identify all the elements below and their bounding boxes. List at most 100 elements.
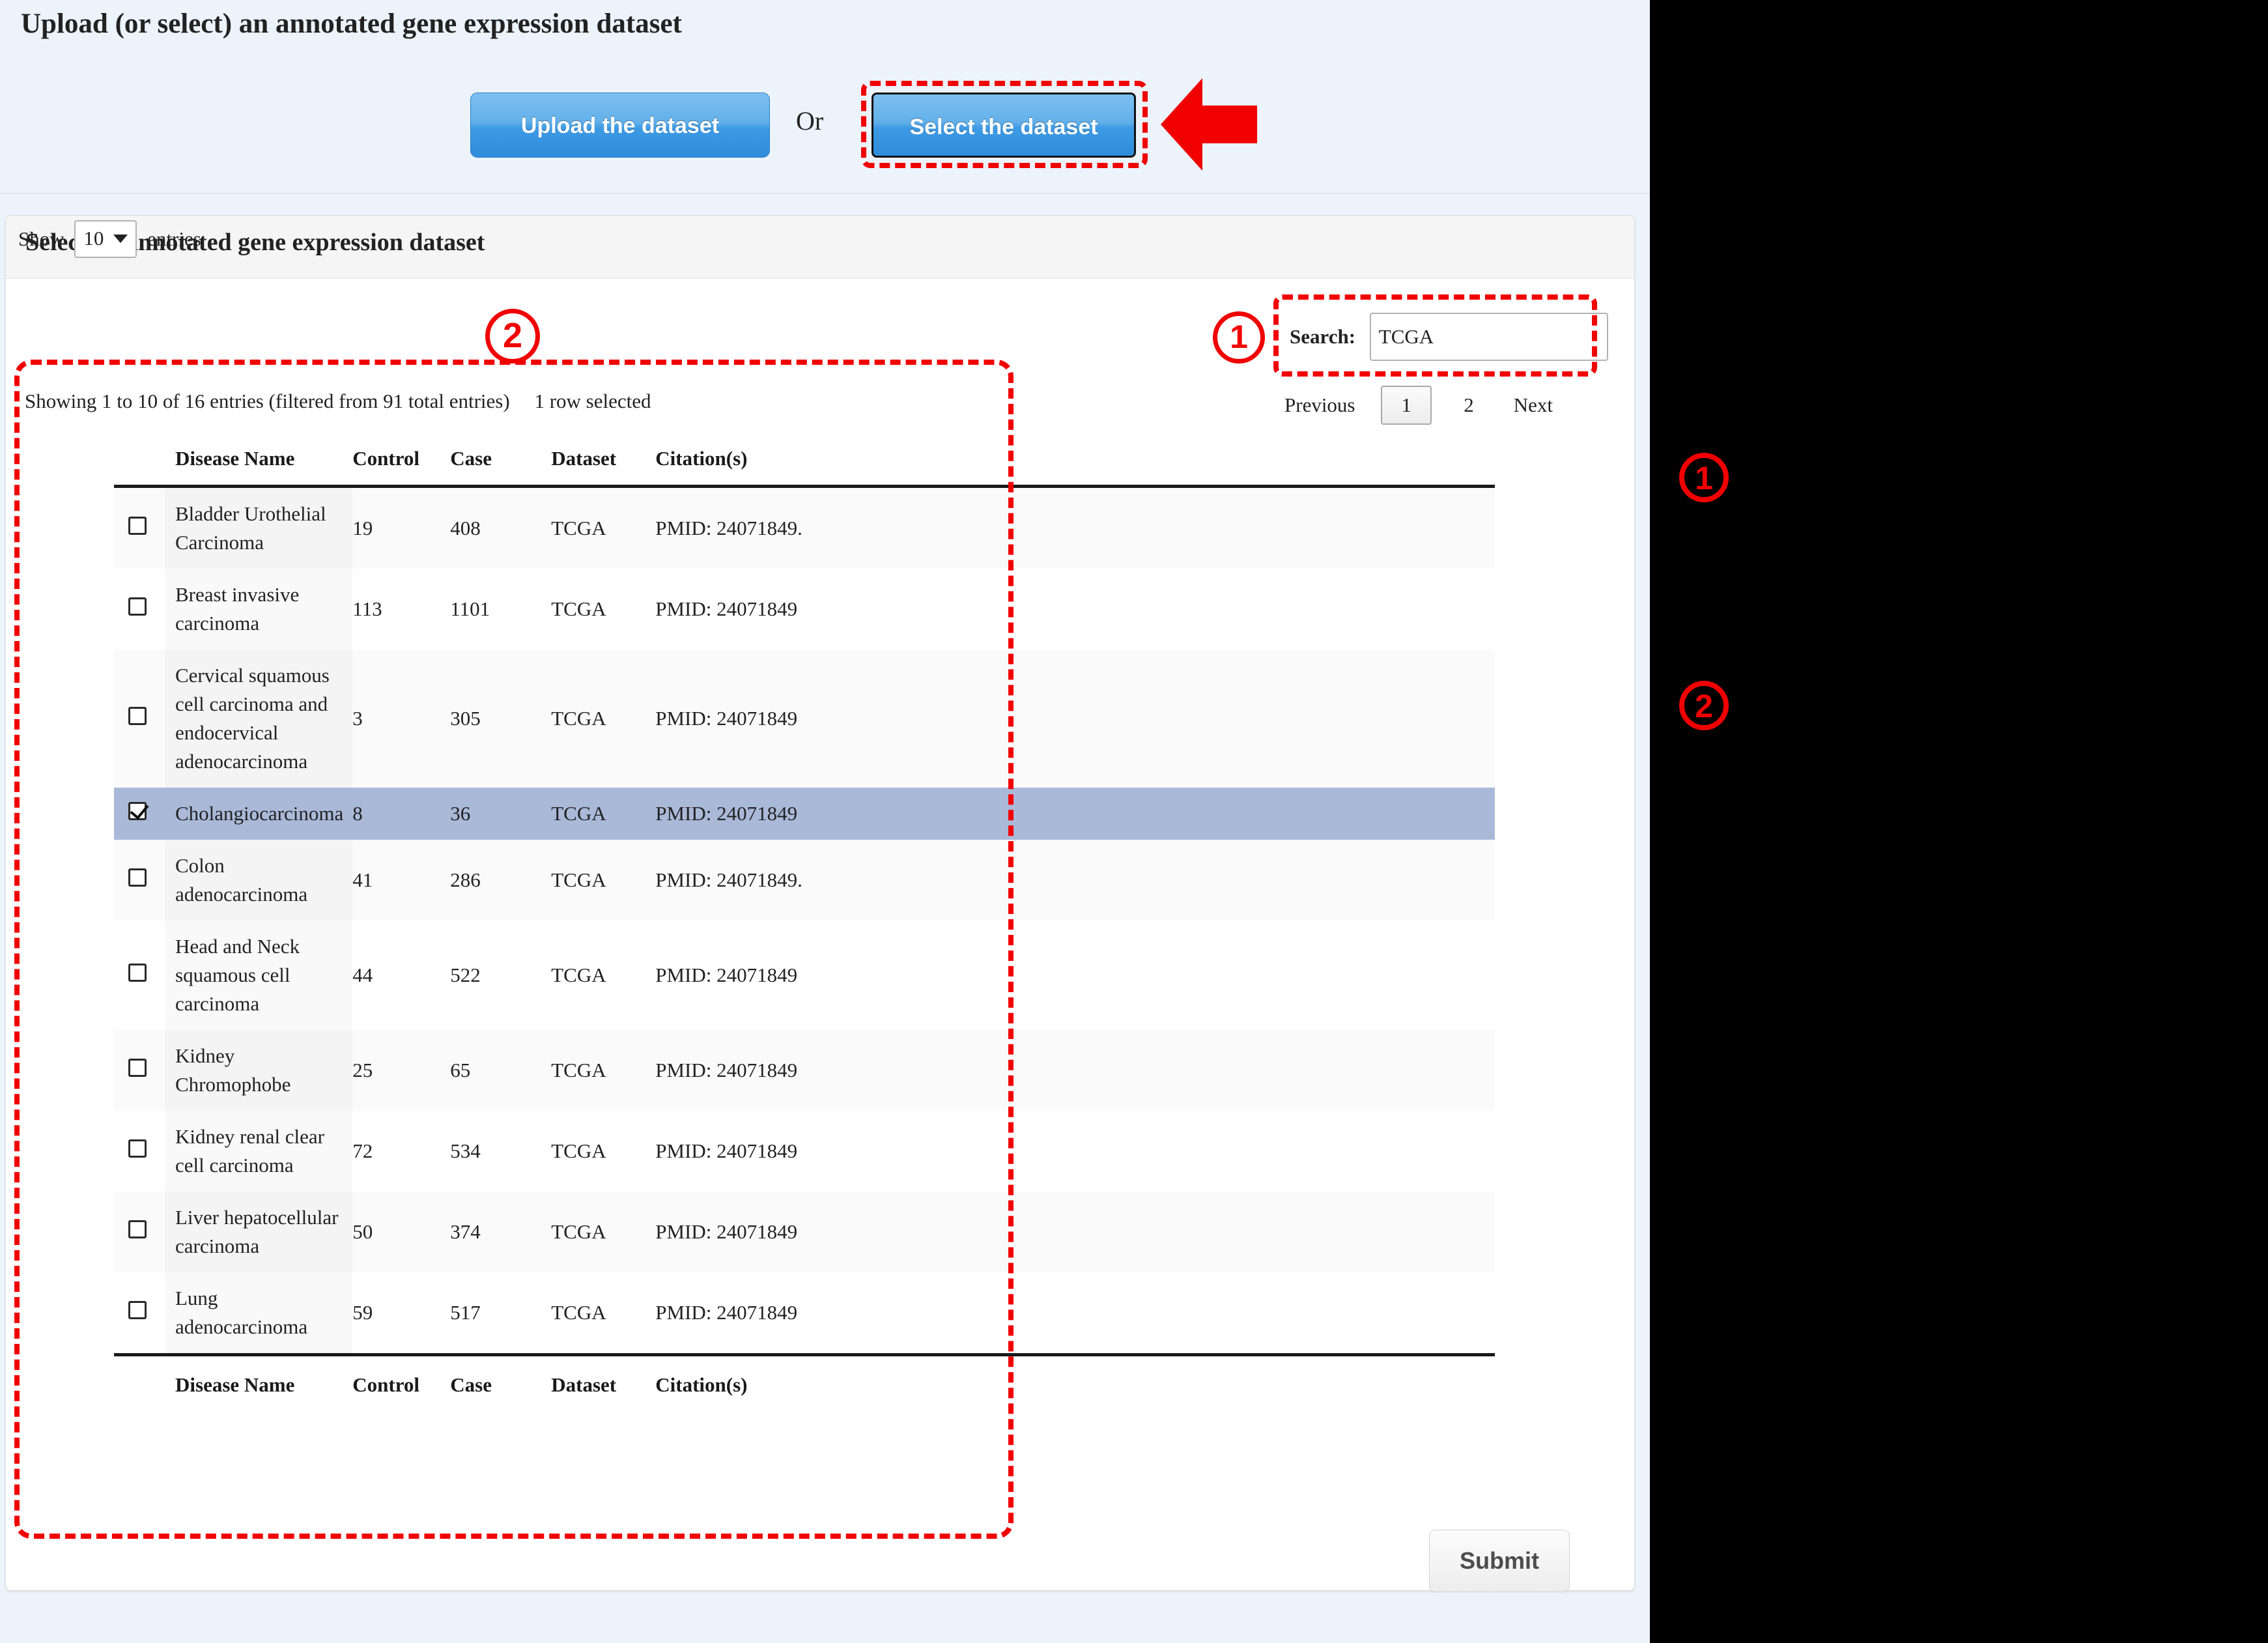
- cell-spacer: [890, 1030, 1495, 1111]
- header-dataset[interactable]: Dataset: [551, 438, 655, 487]
- cell-control: 25: [352, 1030, 450, 1111]
- checkbox-icon[interactable]: [128, 597, 147, 616]
- cell-spacer: [890, 840, 1495, 921]
- page-length-select[interactable]: 10: [74, 220, 137, 258]
- row-checkbox-cell[interactable]: [114, 1030, 165, 1111]
- checkbox-icon[interactable]: [128, 707, 147, 725]
- cell-citation: PMID: 24071849: [655, 788, 890, 840]
- cell-dataset: TCGA: [551, 569, 655, 650]
- table-row[interactable]: Colon adenocarcinoma41286TCGAPMID: 24071…: [114, 840, 1495, 921]
- pagination-page-2[interactable]: 2: [1447, 393, 1490, 417]
- cell-citation: PMID: 24071849: [655, 650, 890, 788]
- page-length-control: Show 10 entries: [18, 220, 201, 258]
- row-checkbox-cell[interactable]: [114, 1272, 165, 1355]
- show-label: Show: [18, 227, 64, 250]
- footer-citations: Citation(s): [655, 1355, 890, 1412]
- header-citations[interactable]: Citation(s): [655, 438, 890, 487]
- submit-button[interactable]: Submit: [1429, 1530, 1570, 1592]
- rows-selected-text: 1 row selected: [534, 390, 651, 412]
- select-dataset-button[interactable]: Select the dataset: [872, 93, 1136, 158]
- cell-dataset: TCGA: [551, 1030, 655, 1111]
- row-checkbox-cell[interactable]: [114, 650, 165, 788]
- header-control[interactable]: Control: [352, 438, 450, 487]
- cell-control: 59: [352, 1272, 450, 1355]
- checkbox-icon[interactable]: [128, 517, 147, 535]
- row-checkbox-cell[interactable]: [114, 1192, 165, 1272]
- or-separator-label: Or: [796, 106, 823, 136]
- search-input[interactable]: TCGA: [1370, 313, 1608, 361]
- pagination-page-1[interactable]: 1: [1381, 386, 1432, 425]
- pagination-previous[interactable]: Previous: [1274, 393, 1366, 417]
- cell-disease-name: Cervical squamous cell carcinoma and end…: [165, 650, 352, 788]
- cell-dataset: TCGA: [551, 921, 655, 1030]
- checkbox-icon[interactable]: [128, 1059, 147, 1077]
- header-spacer: [890, 438, 1495, 487]
- cell-disease-name: Cholangiocarcinoma: [165, 788, 352, 840]
- cell-citation: PMID: 24071849: [655, 921, 890, 1030]
- cell-disease-name: Colon adenocarcinoma: [165, 840, 352, 921]
- cell-spacer: [890, 1272, 1495, 1355]
- cell-control: 44: [352, 921, 450, 1030]
- row-checkbox-cell[interactable]: [114, 840, 165, 921]
- table-body: Bladder Urothelial Carcinoma19408TCGAPMI…: [114, 487, 1495, 1355]
- left-pointing-arrow-icon: [1161, 77, 1257, 172]
- checkbox-icon[interactable]: [128, 868, 147, 887]
- row-checkbox-cell[interactable]: [114, 921, 165, 1030]
- cell-dataset: TCGA: [551, 788, 655, 840]
- cell-case: 517: [450, 1272, 551, 1355]
- search-label: Search:: [1290, 325, 1355, 348]
- cell-control: 50: [352, 1192, 450, 1272]
- checkbox-icon[interactable]: [128, 1139, 147, 1158]
- cell-dataset: TCGA: [551, 1272, 655, 1355]
- row-checkbox-cell[interactable]: [114, 487, 165, 569]
- table-row[interactable]: Liver hepatocellular carcinoma50374TCGAP…: [114, 1192, 1495, 1272]
- table-row[interactable]: Kidney renal clear cell carcinoma72534TC…: [114, 1111, 1495, 1192]
- table-row[interactable]: Cholangiocarcinoma836TCGAPMID: 24071849: [114, 788, 1495, 840]
- table-row[interactable]: Head and Neck squamous cell carcinoma445…: [114, 921, 1495, 1030]
- table-row[interactable]: Cervical squamous cell carcinoma and end…: [114, 650, 1495, 788]
- pagination-next[interactable]: Next: [1503, 393, 1563, 417]
- footer-spacer: [890, 1355, 1495, 1412]
- cell-disease-name: Kidney renal clear cell carcinoma: [165, 1111, 352, 1192]
- checkbox-icon[interactable]: [128, 1220, 147, 1238]
- checkbox-icon[interactable]: [128, 964, 147, 982]
- header-disease-name[interactable]: Disease Name: [165, 438, 352, 487]
- upload-header-band: Upload (or select) an annotated gene exp…: [0, 0, 1650, 194]
- upload-dataset-button[interactable]: Upload the dataset: [470, 93, 770, 158]
- cell-disease-name: Lung adenocarcinoma: [165, 1272, 352, 1355]
- row-checkbox-cell[interactable]: [114, 1111, 165, 1192]
- cell-dataset: TCGA: [551, 840, 655, 921]
- table-header-row: Disease Name Control Case Dataset Citati…: [114, 438, 1495, 487]
- footer-checkbox: [114, 1355, 165, 1412]
- cell-case: 408: [450, 487, 551, 569]
- annotation-marker-1-legend: 1: [1679, 453, 1729, 502]
- cell-case: 65: [450, 1030, 551, 1111]
- row-checkbox-cell[interactable]: [114, 569, 165, 650]
- cell-citation: PMID: 24071849: [655, 1192, 890, 1272]
- footer-disease-name: Disease Name: [165, 1355, 352, 1412]
- cell-citation: PMID: 24071849.: [655, 840, 890, 921]
- table-row[interactable]: Breast invasive carcinoma1131101TCGAPMID…: [114, 569, 1495, 650]
- checkbox-icon[interactable]: [128, 1301, 147, 1319]
- table-row[interactable]: Kidney Chromophobe2565TCGAPMID: 24071849: [114, 1030, 1495, 1111]
- footer-dataset: Dataset: [551, 1355, 655, 1412]
- cell-case: 36: [450, 788, 551, 840]
- table-head: Disease Name Control Case Dataset Citati…: [114, 438, 1495, 487]
- row-checkbox-cell[interactable]: [114, 788, 165, 840]
- cell-spacer: [890, 487, 1495, 569]
- footer-case: Case: [450, 1355, 551, 1412]
- cell-dataset: TCGA: [551, 1192, 655, 1272]
- checkbox-checked-icon[interactable]: [128, 802, 147, 820]
- dataset-action-buttons: Upload the dataset Or Select the dataset: [0, 91, 1650, 169]
- table-row[interactable]: Lung adenocarcinoma59517TCGAPMID: 240718…: [114, 1272, 1495, 1355]
- table-row[interactable]: Bladder Urothelial Carcinoma19408TCGAPMI…: [114, 487, 1495, 569]
- cell-spacer: [890, 650, 1495, 788]
- chevron-down-icon: [113, 235, 128, 243]
- cell-citation: PMID: 24071849: [655, 569, 890, 650]
- cell-case: 534: [450, 1111, 551, 1192]
- cell-spacer: [890, 788, 1495, 840]
- cell-disease-name: Kidney Chromophobe: [165, 1030, 352, 1111]
- page-title: Upload (or select) an annotated gene exp…: [21, 8, 682, 40]
- header-case[interactable]: Case: [450, 438, 551, 487]
- cell-citation: PMID: 24071849: [655, 1111, 890, 1192]
